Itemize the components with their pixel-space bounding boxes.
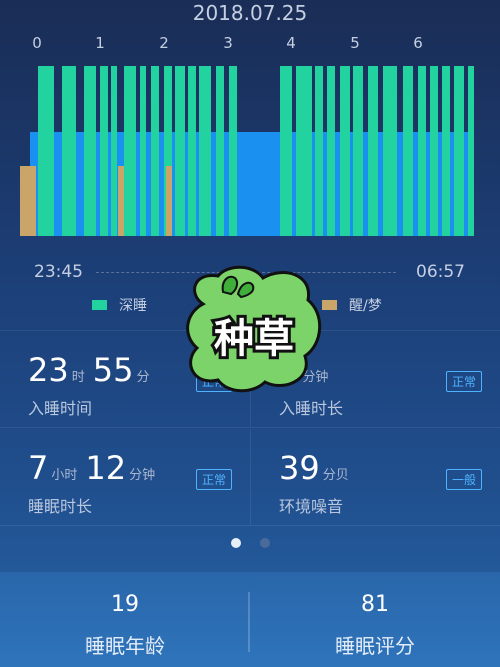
sleep-stage-bar <box>315 66 323 236</box>
stat-noise[interactable]: 39 分贝 环境噪音 一般 <box>250 429 500 526</box>
sleep-stage-bar <box>188 66 196 236</box>
stat-label: 入睡时间 <box>28 399 93 418</box>
hour-tick: 3 <box>223 34 233 52</box>
sleep-start-time: 23:45 <box>34 262 83 282</box>
sleep-stage-bar <box>403 66 413 236</box>
sticker-text: 种草 <box>214 316 294 362</box>
hour-tick: 6 <box>413 34 423 52</box>
page-dot-active[interactable] <box>230 538 241 548</box>
hour-tick: 0 <box>32 34 42 52</box>
sleep-stage-bar <box>442 66 450 236</box>
stat-label: 入睡时长 <box>279 399 344 418</box>
legend-deep: 深睡 <box>92 295 147 315</box>
sleep-stage-bar <box>280 66 292 236</box>
hour-tick: 4 <box>286 34 296 52</box>
sleep-stage-bar <box>454 66 464 236</box>
sleep-stage-bar <box>216 66 224 236</box>
sleep-stage-chart <box>18 60 480 238</box>
sleep-stage-bar <box>418 66 426 236</box>
sleep-stage-bar <box>430 66 438 236</box>
sleep-stage-bar <box>20 166 36 236</box>
sleep-stage-bar <box>229 66 237 236</box>
hour-tick: 2 <box>159 34 169 52</box>
sleep-score-value: 81 <box>361 592 389 617</box>
sleep-score[interactable]: 81 睡眠评分 <box>250 572 500 667</box>
stat-hour: 7 <box>28 449 49 487</box>
stat-label: 环境噪音 <box>279 497 344 516</box>
stat-label: 睡眠时长 <box>28 497 93 516</box>
legend-label: 深睡 <box>119 298 147 314</box>
status-badge: 正常 <box>195 469 232 490</box>
hour-tick: 5 <box>350 34 360 52</box>
sleep-age-label: 睡眠年龄 <box>85 634 165 658</box>
status-badge: 一般 <box>445 469 482 490</box>
sleep-stage-bar <box>111 66 117 236</box>
sleep-stage-bar <box>140 66 146 236</box>
stat-min: 55 <box>92 351 134 389</box>
sleep-stage-bar <box>166 166 172 236</box>
hour-axis: 0 1 2 3 4 5 6 <box>0 34 500 54</box>
summary-bar: 19 睡眠年龄 81 睡眠评分 <box>0 572 500 667</box>
legend-swatch <box>92 300 107 310</box>
sleep-age-value: 19 <box>111 592 139 617</box>
stat-duration[interactable]: 7 小时 12 分钟 睡眠时长 正常 <box>0 429 250 526</box>
sleep-stage-bar <box>353 66 363 236</box>
sticker-image: 种草 <box>186 265 322 393</box>
sleep-stage-bar <box>118 166 124 236</box>
legend-awake: 醒/梦 <box>322 295 382 315</box>
stat-noise-value: 39 <box>279 449 320 487</box>
status-badge: 正常 <box>445 371 482 392</box>
sleep-score-label: 睡眠评分 <box>335 634 415 658</box>
sleep-stage-bar <box>100 66 108 236</box>
sleep-end-time: 06:57 <box>416 262 465 282</box>
sleep-stage-bar <box>199 66 211 236</box>
sleep-stage-bar <box>296 66 312 236</box>
sleep-stage-bar <box>340 66 350 236</box>
sleep-stage-bar <box>175 66 185 236</box>
stat-min: 12 <box>85 449 127 487</box>
page-indicator[interactable] <box>0 538 500 550</box>
sleep-stage-bar <box>38 66 54 236</box>
page-dot[interactable] <box>259 538 270 548</box>
legend-label: 醒/梦 <box>349 298 382 314</box>
sleep-stage-bar <box>62 66 76 236</box>
sleep-age[interactable]: 19 睡眠年龄 <box>0 572 250 667</box>
stat-hour: 23 <box>28 351 69 389</box>
sleep-stage-bar <box>468 66 474 236</box>
sleep-stage-bar <box>383 66 397 236</box>
sleep-stage-bar <box>327 66 335 236</box>
sleep-stage-bar <box>368 66 378 236</box>
hour-tick: 1 <box>95 34 105 52</box>
sleep-stage-bar <box>84 66 96 236</box>
sleep-stage-bar <box>151 66 159 236</box>
date-header: 2018.07.25 <box>192 1 308 25</box>
sleep-stage-bar <box>124 66 136 236</box>
